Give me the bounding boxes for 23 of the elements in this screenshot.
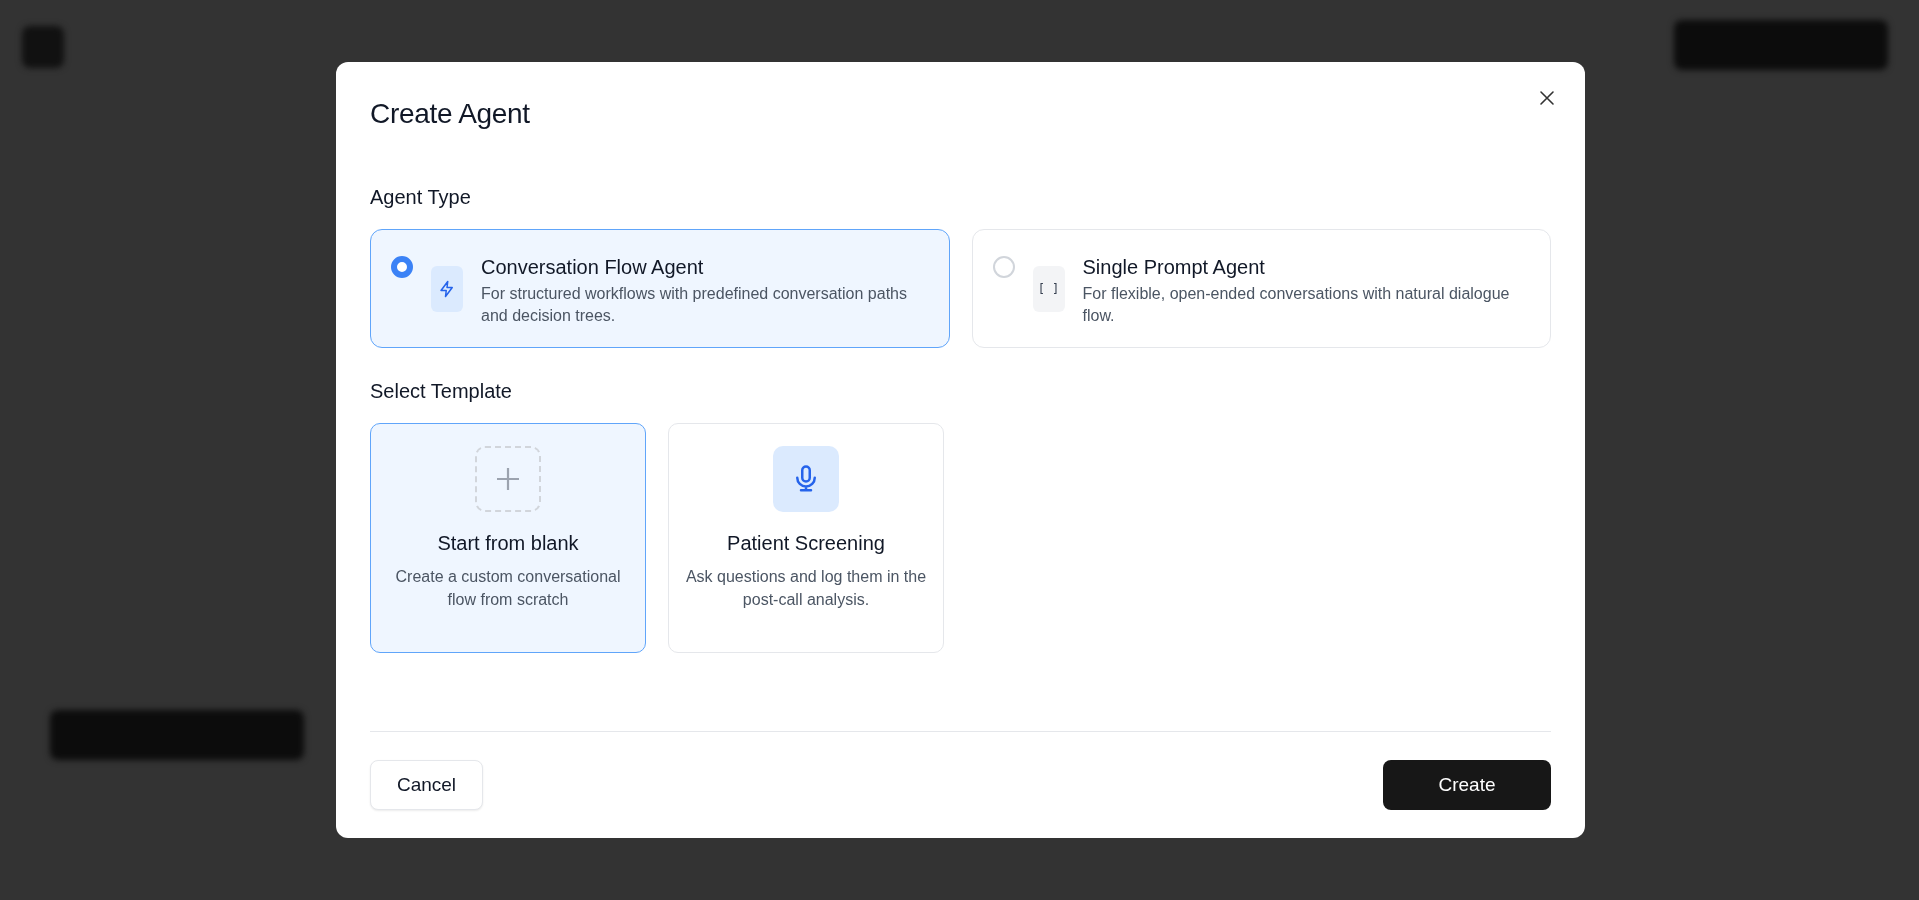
option-description: For structured workflows with predefined conversation paths and decision trees.: [481, 284, 908, 326]
option-title: Single Prompt Agent: [1082, 256, 1266, 279]
dialog-title: Create Agent: [370, 98, 531, 130]
template-title: Patient Screening: [727, 532, 885, 555]
cancel-button[interactable]: Cancel: [370, 760, 483, 810]
option-title: Conversation Flow Agent: [481, 256, 705, 279]
template-title: Start from blank: [437, 532, 579, 555]
section-label: Select Template: [370, 380, 513, 403]
template-card[interactable]: Patient Screening Ask questions and log them in the post-call analysis.: [668, 423, 944, 653]
blurred-logo: [22, 26, 64, 68]
brackets-icon: [ ]: [1032, 266, 1065, 312]
template-description: Create a custom conversational flow from scratch: [394, 567, 622, 610]
template-description: Ask questions and log them in the post-call analysis.: [685, 567, 927, 610]
lightning-icon: [431, 266, 463, 312]
option-description: For flexible, open-ended conversations with natural dialogue flow.: [1082, 284, 1511, 326]
agent-type-option[interactable]: Conversation Flow Agent For structured workflows with predefined conversation paths and decision trees.: [370, 229, 950, 348]
agent-type-option[interactable]: [ ] Single Prompt Agent For flexible, open-ended conversations with natural dialogue flow.: [971, 229, 1551, 348]
microphone-icon: [773, 446, 839, 512]
section-label: Agent Type: [370, 186, 472, 209]
plus-icon: [475, 446, 541, 512]
template-card[interactable]: Start from blank Create a custom conversational flow from scratch: [370, 423, 646, 653]
create-button[interactable]: Create: [1383, 760, 1551, 810]
radio-button[interactable]: [391, 256, 413, 278]
